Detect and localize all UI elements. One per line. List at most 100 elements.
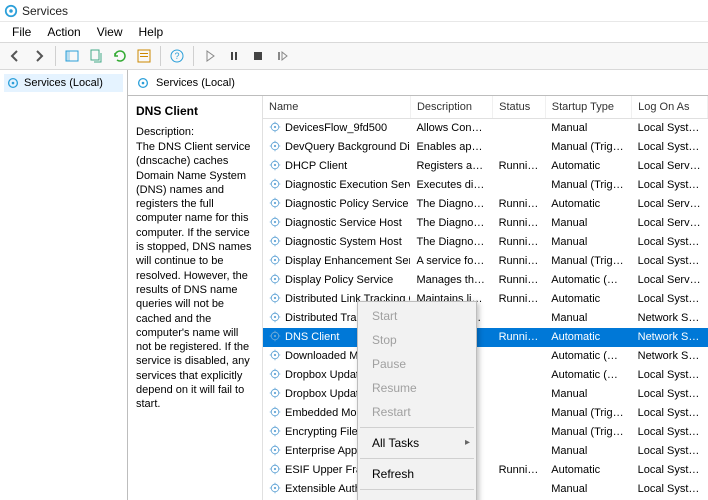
service-name-cell: DNS Client (285, 331, 339, 343)
service-status-cell: Running (493, 157, 546, 176)
service-logon-cell: Local System (632, 138, 708, 157)
table-row[interactable]: Diagnostic System HostThe Diagnos…Runnin… (263, 233, 708, 252)
col-description[interactable]: Description (410, 96, 492, 118)
service-gear-icon (269, 387, 281, 402)
service-table: Name Description Status Startup Type Log… (263, 96, 708, 500)
col-logon[interactable]: Log On As (632, 96, 708, 118)
service-list[interactable]: Name Description Status Startup Type Log… (263, 96, 708, 500)
service-startup-cell: Manual (545, 118, 631, 138)
content-header: Services (Local) (128, 70, 708, 96)
service-status-cell (493, 118, 546, 138)
service-status-cell: Running (493, 290, 546, 309)
table-row[interactable]: Downloaded MapAutomatic (De…Network Se… (263, 347, 708, 366)
table-row[interactable]: Dropbox UpdateManualLocal System (263, 385, 708, 404)
service-logon-cell: Local Service (632, 157, 708, 176)
table-row[interactable]: Display Enhancement ServiceA service for… (263, 252, 708, 271)
service-gear-icon (269, 463, 281, 478)
service-name-cell: DevQuery Background Disc… (285, 141, 410, 153)
service-name-cell: Dropbox Update (285, 388, 365, 400)
table-row[interactable]: Diagnostic Service HostThe Diagnos…Runni… (263, 214, 708, 233)
service-gear-icon (269, 140, 281, 155)
service-startup-cell: Automatic (545, 195, 631, 214)
table-row[interactable]: DNS ClientRunningAutomaticNetwork Se… (263, 328, 708, 347)
table-row[interactable]: DevQuery Background Disc…Enables app…Man… (263, 138, 708, 157)
service-logon-cell: Network Se… (632, 347, 708, 366)
service-logon-cell: Local System (632, 252, 708, 271)
table-row[interactable]: Display Policy ServiceManages th…Running… (263, 271, 708, 290)
service-logon-cell: Local System (632, 290, 708, 309)
service-logon-cell: Local System (632, 118, 708, 138)
main-area: Services (Local) Services (Local) DNS Cl… (0, 70, 708, 500)
svg-text:?: ? (174, 51, 179, 61)
service-startup-cell: Automatic (545, 290, 631, 309)
col-status[interactable]: Status (493, 96, 546, 118)
service-startup-cell: Manual (545, 442, 631, 461)
export-list-button[interactable] (85, 45, 107, 67)
help-button[interactable]: ? (166, 45, 188, 67)
service-gear-icon (269, 330, 281, 345)
restart-service-button[interactable] (271, 45, 293, 67)
content-header-label: Services (Local) (156, 77, 235, 89)
service-status-cell (493, 385, 546, 404)
ctx-pause: Pause (358, 352, 476, 376)
pause-service-button[interactable] (223, 45, 245, 67)
show-hide-tree-button[interactable] (61, 45, 83, 67)
menu-view[interactable]: View (89, 23, 131, 41)
table-row[interactable]: Distributed Transaction Coor…Coordinates… (263, 309, 708, 328)
service-logon-cell: Local Service (632, 271, 708, 290)
context-menu: Start Stop Pause Resume Restart All Task… (357, 301, 477, 500)
ctx-resume: Resume (358, 376, 476, 400)
table-row[interactable]: Distributed Link Tracking Cli…Maintains … (263, 290, 708, 309)
service-status-cell: Running (493, 271, 546, 290)
ctx-all-tasks[interactable]: All Tasks▸ (358, 431, 476, 455)
table-row[interactable]: Dropbox UpdateAutomatic (De…Local System (263, 366, 708, 385)
description-label: Description: (136, 126, 254, 138)
table-row[interactable]: Enterprise App MManualLocal System (263, 442, 708, 461)
ctx-refresh[interactable]: Refresh (358, 462, 476, 486)
table-row[interactable]: Extensible AutheManualLocal System (263, 480, 708, 499)
refresh-button[interactable] (109, 45, 131, 67)
content-pane: Services (Local) DNS Client Description:… (128, 70, 708, 500)
back-button[interactable] (4, 45, 26, 67)
forward-button[interactable] (28, 45, 50, 67)
table-row[interactable]: DevicesFlow_9fd500Allows Conn…ManualLoca… (263, 118, 708, 138)
service-name-cell: Extensible Authe (285, 483, 367, 495)
service-gear-icon (269, 349, 281, 364)
ctx-properties[interactable]: Properties (358, 493, 476, 500)
service-gear-icon (269, 444, 281, 459)
tree-root-services-local[interactable]: Services (Local) (4, 74, 123, 92)
table-row[interactable]: Embedded ModeManual (Trigg…Local System (263, 404, 708, 423)
service-status-cell (493, 138, 546, 157)
service-startup-cell: Manual (Trigg… (545, 404, 631, 423)
menu-help[interactable]: Help (131, 23, 172, 41)
service-status-cell: Running (493, 461, 546, 480)
col-name[interactable]: Name (263, 96, 410, 118)
service-startup-cell: Manual (545, 480, 631, 499)
table-row[interactable]: Diagnostic Policy ServiceThe Diagnos…Run… (263, 195, 708, 214)
stop-service-button[interactable] (247, 45, 269, 67)
start-service-button[interactable] (199, 45, 221, 67)
col-startup[interactable]: Startup Type (545, 96, 631, 118)
table-row[interactable]: ESIF Upper FrameRunningAutomaticLocal Sy… (263, 461, 708, 480)
service-gear-icon (269, 406, 281, 421)
menu-file[interactable]: File (4, 23, 39, 41)
ctx-stop: Stop (358, 328, 476, 352)
service-name-cell: Diagnostic Policy Service (285, 198, 409, 210)
column-header-row: Name Description Status Startup Type Log… (263, 96, 708, 118)
service-startup-cell: Manual (545, 385, 631, 404)
table-row[interactable]: Diagnostic Execution ServiceExecutes dia… (263, 176, 708, 195)
service-desc-cell: The Diagnos… (410, 214, 492, 233)
properties-button[interactable] (133, 45, 155, 67)
service-status-cell (493, 442, 546, 461)
service-gear-icon (269, 235, 281, 250)
menu-action[interactable]: Action (39, 23, 88, 41)
service-logon-cell: Local Service (632, 195, 708, 214)
service-startup-cell: Automatic (De… (545, 347, 631, 366)
service-logon-cell: Local Service (632, 214, 708, 233)
services-tree-icon (6, 76, 20, 90)
table-row[interactable]: Encrypting File SyManual (Trigg…Local Sy… (263, 423, 708, 442)
service-logon-cell: Local System (632, 366, 708, 385)
service-gear-icon (269, 368, 281, 383)
table-row[interactable]: DHCP ClientRegisters an…RunningAutomatic… (263, 157, 708, 176)
service-desc-cell: Allows Conn… (410, 118, 492, 138)
